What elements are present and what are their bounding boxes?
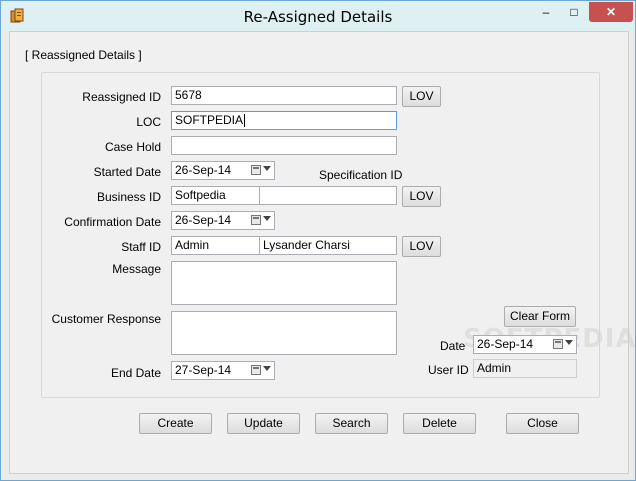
reassigned-id-input[interactable]: 5678 [171, 86, 397, 105]
end-date-picker[interactable]: 27-Sep-14 [171, 361, 275, 380]
business-id-label: Business ID [96, 190, 161, 204]
create-button[interactable]: Create [139, 413, 212, 434]
chevron-down-icon[interactable] [263, 166, 271, 171]
main-window: Re-Assigned Details – □ ✕ [ Reassigned D… [0, 0, 636, 481]
end-date-label: End Date [110, 366, 161, 380]
chevron-down-icon[interactable] [263, 216, 271, 221]
calendar-icon [251, 165, 261, 175]
business-id-lov-button[interactable]: LOV [402, 186, 441, 207]
business-id-input[interactable]: Softpedia [171, 186, 260, 205]
group-caption: [ Reassigned Details ] [25, 48, 142, 62]
staff-id-input[interactable]: Admin [171, 236, 260, 255]
update-button[interactable]: Update [227, 413, 300, 434]
started-date-label: Started Date [93, 165, 161, 179]
staff-id-label: Staff ID [121, 240, 161, 254]
confirmation-date-picker[interactable]: 26-Sep-14 [171, 211, 275, 230]
loc-value: SOFTPEDIA [175, 113, 244, 127]
close-window-button[interactable]: ✕ [589, 2, 633, 22]
date-label: Date [440, 339, 466, 353]
business-name-input[interactable] [259, 186, 397, 205]
case-hold-input[interactable] [171, 136, 397, 155]
customer-response-textarea[interactable] [171, 311, 397, 355]
chevron-down-icon[interactable] [565, 340, 573, 345]
user-id-label: User ID [428, 363, 469, 377]
reassigned-id-label: Reassigned ID [82, 90, 161, 104]
date-picker[interactable]: 26-Sep-14 [473, 335, 577, 354]
chevron-down-icon[interactable] [263, 366, 271, 371]
loc-label: LOC [136, 115, 161, 129]
minimize-button[interactable]: – [533, 2, 559, 22]
case-hold-label: Case Hold [104, 140, 161, 154]
text-caret [244, 114, 246, 128]
staff-name-input[interactable]: Lysander Charsi [259, 236, 397, 255]
message-label: Message [112, 262, 161, 276]
started-date-picker[interactable]: 26-Sep-14 [171, 161, 275, 180]
maximize-button[interactable]: □ [561, 2, 587, 22]
user-id-field: Admin [473, 359, 577, 378]
confirmation-date-value: 26-Sep-14 [175, 213, 232, 227]
search-button[interactable]: Search [315, 413, 388, 434]
started-date-value: 26-Sep-14 [175, 163, 232, 177]
end-date-value: 27-Sep-14 [175, 363, 232, 377]
calendar-icon [553, 339, 563, 349]
specification-id-label: Specification ID [319, 168, 403, 182]
clear-form-button[interactable]: Clear Form [504, 306, 576, 327]
reassigned-id-lov-button[interactable]: LOV [402, 86, 441, 107]
message-textarea[interactable] [171, 261, 397, 305]
calendar-icon [251, 365, 261, 375]
customer-response-label: Customer Response [51, 312, 161, 326]
close-button[interactable]: Close [506, 413, 579, 434]
date-value: 26-Sep-14 [477, 337, 534, 351]
delete-button[interactable]: Delete [403, 413, 476, 434]
title-bar[interactable]: Re-Assigned Details – □ ✕ [1, 1, 635, 31]
loc-input[interactable]: SOFTPEDIA [171, 111, 397, 130]
confirmation-date-label: Confirmation Date [64, 215, 161, 229]
staff-id-lov-button[interactable]: LOV [402, 236, 441, 257]
calendar-icon [251, 215, 261, 225]
